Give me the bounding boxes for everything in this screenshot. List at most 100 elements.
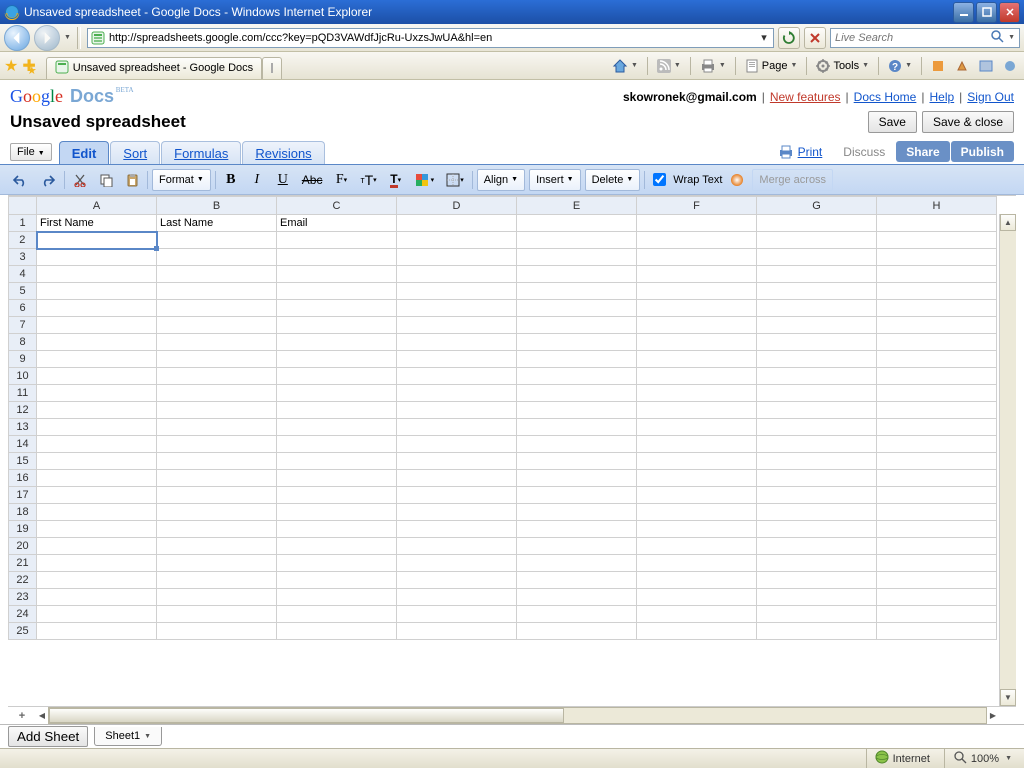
cell[interactable] <box>517 249 637 266</box>
row-header[interactable]: 12 <box>9 402 37 419</box>
wrap-text-toggle[interactable]: Wrap Text <box>649 170 722 189</box>
favorites-icon[interactable]: ★ <box>4 56 18 76</box>
cell[interactable] <box>637 385 757 402</box>
cell[interactable] <box>637 589 757 606</box>
cell[interactable] <box>877 606 997 623</box>
cell[interactable] <box>637 215 757 232</box>
cell[interactable] <box>37 504 157 521</box>
scroll-down-icon[interactable]: ▼ <box>1000 689 1016 706</box>
close-button[interactable] <box>999 2 1020 23</box>
borders-button[interactable]: ▾ <box>442 169 468 191</box>
cell[interactable] <box>877 351 997 368</box>
cell[interactable] <box>517 334 637 351</box>
cell[interactable] <box>157 436 277 453</box>
delete-menu[interactable]: Delete▼ <box>585 169 641 191</box>
cell[interactable] <box>637 232 757 249</box>
cell[interactable] <box>877 266 997 283</box>
cell[interactable] <box>757 402 877 419</box>
cell[interactable] <box>637 351 757 368</box>
cell[interactable] <box>757 453 877 470</box>
cell[interactable] <box>277 283 397 300</box>
sign-out-link[interactable]: Sign Out <box>967 90 1014 104</box>
cell[interactable] <box>517 283 637 300</box>
cell[interactable] <box>277 266 397 283</box>
cell[interactable] <box>157 266 277 283</box>
row-header[interactable]: 10 <box>9 368 37 385</box>
cell[interactable] <box>157 606 277 623</box>
cell[interactable] <box>877 368 997 385</box>
cell[interactable] <box>757 589 877 606</box>
cell[interactable] <box>877 538 997 555</box>
cell[interactable] <box>637 538 757 555</box>
paste-button[interactable] <box>121 169 143 191</box>
cell[interactable] <box>37 538 157 555</box>
row-header[interactable]: 25 <box>9 623 37 640</box>
row-header[interactable]: 7 <box>9 317 37 334</box>
cell[interactable] <box>757 283 877 300</box>
cell[interactable] <box>277 521 397 538</box>
column-header[interactable]: H <box>877 197 997 215</box>
cell[interactable] <box>397 572 517 589</box>
cell[interactable] <box>877 521 997 538</box>
cell[interactable] <box>637 368 757 385</box>
cell[interactable] <box>397 538 517 555</box>
cell[interactable] <box>637 572 757 589</box>
cell[interactable] <box>877 283 997 300</box>
cell[interactable] <box>517 606 637 623</box>
cell[interactable] <box>157 453 277 470</box>
row-header[interactable]: 15 <box>9 453 37 470</box>
home-button[interactable]: ▼ <box>609 55 641 77</box>
cell[interactable] <box>157 589 277 606</box>
cell[interactable] <box>517 368 637 385</box>
cell[interactable] <box>517 419 637 436</box>
cell[interactable] <box>877 504 997 521</box>
cell[interactable] <box>637 419 757 436</box>
cell[interactable] <box>757 317 877 334</box>
cell[interactable] <box>877 215 997 232</box>
new-tab-button[interactable] <box>262 57 282 79</box>
cell[interactable] <box>517 623 637 640</box>
hscroll-thumb[interactable] <box>49 708 564 723</box>
add-rows-button[interactable]: + <box>8 710 36 722</box>
cell[interactable] <box>637 555 757 572</box>
row-header[interactable]: 8 <box>9 334 37 351</box>
cell[interactable] <box>637 606 757 623</box>
browser-tab[interactable]: Unsaved spreadsheet - Google Docs <box>46 57 262 79</box>
cell[interactable] <box>397 317 517 334</box>
cell[interactable] <box>37 555 157 572</box>
publish-button[interactable]: Publish <box>951 141 1014 162</box>
column-header[interactable]: G <box>757 197 877 215</box>
forward-button[interactable] <box>34 25 60 51</box>
print-button[interactable]: ▼ <box>697 55 729 77</box>
cell[interactable] <box>277 538 397 555</box>
cell[interactable] <box>37 300 157 317</box>
back-button[interactable] <box>4 25 30 51</box>
cell[interactable]: Last Name <box>157 215 277 232</box>
cell[interactable] <box>637 470 757 487</box>
cell[interactable] <box>157 419 277 436</box>
add-favorites-icon[interactable]: ✚★ <box>22 56 35 76</box>
cell[interactable] <box>757 368 877 385</box>
cell[interactable] <box>637 623 757 640</box>
cell[interactable] <box>277 368 397 385</box>
cell[interactable] <box>877 487 997 504</box>
cell[interactable] <box>37 283 157 300</box>
cell[interactable] <box>757 334 877 351</box>
cell[interactable] <box>157 487 277 504</box>
scroll-left-icon[interactable]: ◀ <box>36 711 48 720</box>
nav-dropdown-icon[interactable]: ▼ <box>64 34 71 41</box>
column-header[interactable]: A <box>37 197 157 215</box>
search-dropdown-icon[interactable]: ▼ <box>1006 34 1017 41</box>
row-header[interactable]: 11 <box>9 385 37 402</box>
cell[interactable] <box>757 623 877 640</box>
cell[interactable] <box>397 283 517 300</box>
cell[interactable] <box>157 572 277 589</box>
cell[interactable] <box>277 232 397 249</box>
tab-formulas[interactable]: Formulas <box>161 141 241 164</box>
cell[interactable] <box>157 402 277 419</box>
cell[interactable] <box>517 402 637 419</box>
bold-button[interactable]: B <box>220 169 242 191</box>
save-button[interactable]: Save <box>868 111 917 133</box>
italic-button[interactable]: I <box>246 169 268 191</box>
cell[interactable] <box>277 351 397 368</box>
